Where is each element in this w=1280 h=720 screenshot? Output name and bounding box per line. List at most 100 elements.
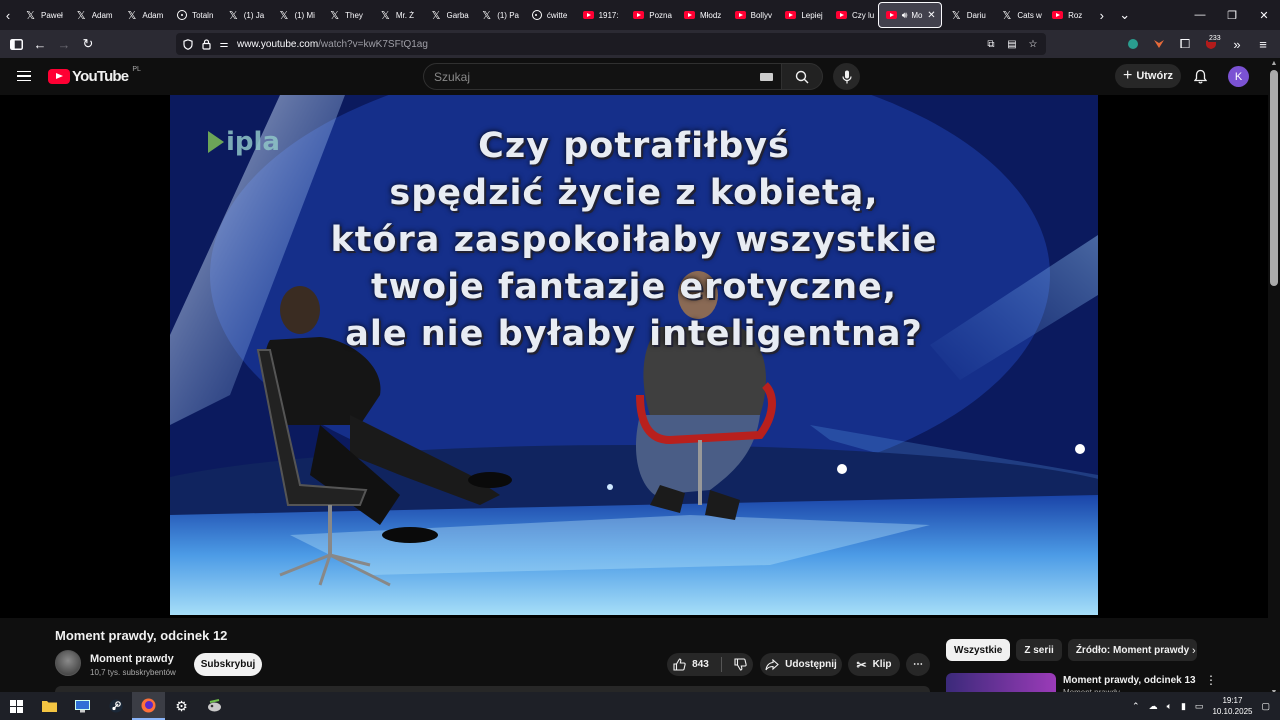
lock-icon[interactable] [197, 38, 215, 50]
tab[interactable]: Młodz [675, 2, 726, 28]
like-count: 843 [692, 659, 709, 670]
chips-next-chevron-icon[interactable]: › [1192, 645, 1196, 657]
tab[interactable]: 𝕏 Dariu [942, 2, 993, 28]
video-caption: Czy potrafiłbyś spędzić życie z kobietą,… [170, 123, 1098, 358]
volume-speaker-icon[interactable]: 🔈︎ [1167, 701, 1172, 712]
tab-label: (1) Mi [294, 10, 315, 20]
ublock-icon[interactable]: 233 [1200, 32, 1222, 56]
remote-desktop-icon[interactable] [66, 692, 99, 720]
chip-all[interactable]: Wszystkie [946, 639, 1011, 661]
tab[interactable]: 𝕏 They [320, 2, 371, 28]
notifications-chat-icon[interactable]: ▢ [1261, 701, 1270, 712]
restore-button[interactable]: ❐ [1216, 0, 1248, 30]
share-button[interactable]: Udostępnij [760, 653, 842, 676]
x-icon: 𝕏 [76, 8, 86, 22]
onedrive-cloud-icon[interactable]: ☁ [1149, 701, 1158, 712]
network-monitor-icon[interactable]: ▭ [1195, 701, 1204, 712]
usb-device-icon[interactable]: ▮ [1181, 701, 1186, 712]
picture-in-picture-icon[interactable]: ⧉ [982, 39, 1000, 50]
video-frame[interactable]: ipla Czy potrafiłbyś spędzić życie z kob… [170, 95, 1098, 615]
tab[interactable]: 𝕏 Cats w [992, 2, 1043, 28]
sidebar-toggle-icon[interactable] [4, 32, 28, 56]
back-button[interactable]: ← [28, 32, 52, 56]
youtube-logo[interactable]: YouTube PL [48, 66, 141, 85]
tab[interactable]: 1917: [574, 2, 625, 28]
account-avatar[interactable]: K [1228, 66, 1249, 87]
extensions-badge: 233 [1208, 35, 1222, 42]
reload-button[interactable]: ↻ [76, 32, 100, 56]
menu-icon[interactable]: ≡ [1252, 32, 1274, 56]
scroll-tabs-right-button[interactable]: › [1094, 0, 1110, 30]
scroll-up-icon[interactable]: ▲ [1270, 60, 1278, 67]
tab[interactable]: Pozna [624, 2, 675, 28]
channel-avatar[interactable] [55, 650, 81, 676]
tab[interactable]: Czy lu [827, 2, 878, 28]
tab[interactable]: Bollyv [726, 2, 777, 28]
extension-fox-icon[interactable] [1148, 32, 1170, 56]
tab[interactable]: 𝕏 Adam [67, 2, 118, 28]
permissions-icon[interactable]: ⚌ [215, 39, 233, 50]
dislike-button[interactable] [734, 658, 747, 671]
recommendation-menu-icon[interactable]: ⋮ [1205, 673, 1217, 687]
caption-line: ale nie byłaby inteligentna? [345, 314, 923, 354]
tab[interactable]: 𝕏 (1) Ja [219, 2, 270, 28]
tab[interactable]: 𝕏 (1) Pa [472, 2, 523, 28]
chip-source[interactable]: Źródło: Moment prawdy [1067, 639, 1198, 661]
caption-line: spędzić życie z kobietą, [389, 173, 879, 213]
tab[interactable]: Roz [1043, 2, 1094, 28]
clip-button[interactable]: ✂ Klip [848, 653, 900, 676]
channel-name[interactable]: Moment prawdy [90, 653, 174, 665]
forward-button[interactable]: → [52, 32, 76, 56]
close-tab-icon[interactable]: ✕ [927, 10, 935, 21]
recommendation-title[interactable]: Moment prawdy, odcinek 13 [1063, 675, 1196, 686]
tab[interactable]: 𝕏 (1) Mi [269, 2, 320, 28]
tab-active[interactable]: 🔊︎ Mo ✕ [877, 2, 942, 28]
caption-line: która zaspokoiłaby wszystkie [330, 220, 938, 260]
list-all-tabs-button[interactable]: ⌄ [1110, 0, 1140, 30]
scrollbar-thumb[interactable] [1270, 70, 1278, 286]
minimize-button[interactable]: — [1184, 0, 1216, 30]
notifications-button[interactable] [1190, 66, 1210, 86]
search-button[interactable] [781, 63, 823, 90]
close-window-button[interactable]: ✕ [1248, 0, 1280, 30]
voice-search-button[interactable] [833, 63, 860, 90]
clock[interactable]: 19:17 10.10.2025 [1212, 695, 1252, 717]
scissors-icon: ✂ [856, 657, 867, 672]
video-player[interactable]: ipla Czy potrafiłbyś spędzić życie z kob… [0, 95, 1268, 618]
chip-series[interactable]: Z serii [1016, 639, 1062, 661]
tab[interactable]: Lepiej [776, 2, 827, 28]
windows-start-icon[interactable] [0, 692, 33, 720]
steam-icon[interactable] [99, 692, 132, 720]
guide-menu-icon[interactable] [17, 71, 31, 81]
scroll-tabs-left-button[interactable]: ‹ [0, 0, 16, 30]
settings-gear-icon[interactable]: ⚙ [165, 692, 198, 720]
extension-shield-icon[interactable] [1122, 32, 1144, 56]
reader-view-icon[interactable]: ▤ [1003, 39, 1021, 50]
page-scrollbar[interactable]: ▲ ▼ [1268, 58, 1280, 698]
more-horizontal-icon: ⋯ [913, 659, 923, 670]
speaker-icon[interactable]: 🔊︎ [902, 10, 908, 21]
bookmark-star-icon[interactable]: ☆ [1024, 39, 1042, 50]
tab[interactable]: 𝕏 Paweł [16, 2, 67, 28]
keyboard-icon[interactable] [760, 72, 773, 81]
like-button[interactable]: 843 [673, 658, 709, 671]
tab[interactable]: Totaln [168, 2, 219, 28]
create-button[interactable]: + Utwórz [1115, 64, 1181, 88]
subscriber-count: 10,7 tys. subskrybentów [90, 668, 176, 677]
related-filter-chips: Wszystkie Z serii Źródło: Moment prawdy [946, 639, 1198, 661]
subscribe-button[interactable]: Subskrybuj [194, 653, 262, 676]
tray-overflow-chevron-icon[interactable]: ⌃ [1132, 701, 1140, 712]
app-shell-icon[interactable] [198, 692, 231, 720]
extensions-puzzle-icon[interactable]: ⧠ [1174, 32, 1196, 56]
file-explorer-icon[interactable] [33, 692, 66, 720]
shield-icon[interactable] [179, 38, 197, 50]
tab[interactable]: 𝕏 Garba [422, 2, 473, 28]
tab[interactable]: 𝕏 Adam [117, 2, 168, 28]
search-input[interactable]: Szukaj [423, 63, 781, 90]
more-actions-button[interactable]: ⋯ [906, 653, 930, 676]
firefox-icon[interactable] [132, 692, 165, 720]
tab[interactable]: 𝕏 Mr. Ż [371, 2, 422, 28]
url-bar[interactable]: ⚌ www.youtube.com/watch?v=kwK7SFtQ1ag ⧉ … [176, 33, 1046, 55]
tab[interactable]: ćwitte [523, 2, 574, 28]
overflow-chevron-icon[interactable]: » [1226, 32, 1248, 56]
